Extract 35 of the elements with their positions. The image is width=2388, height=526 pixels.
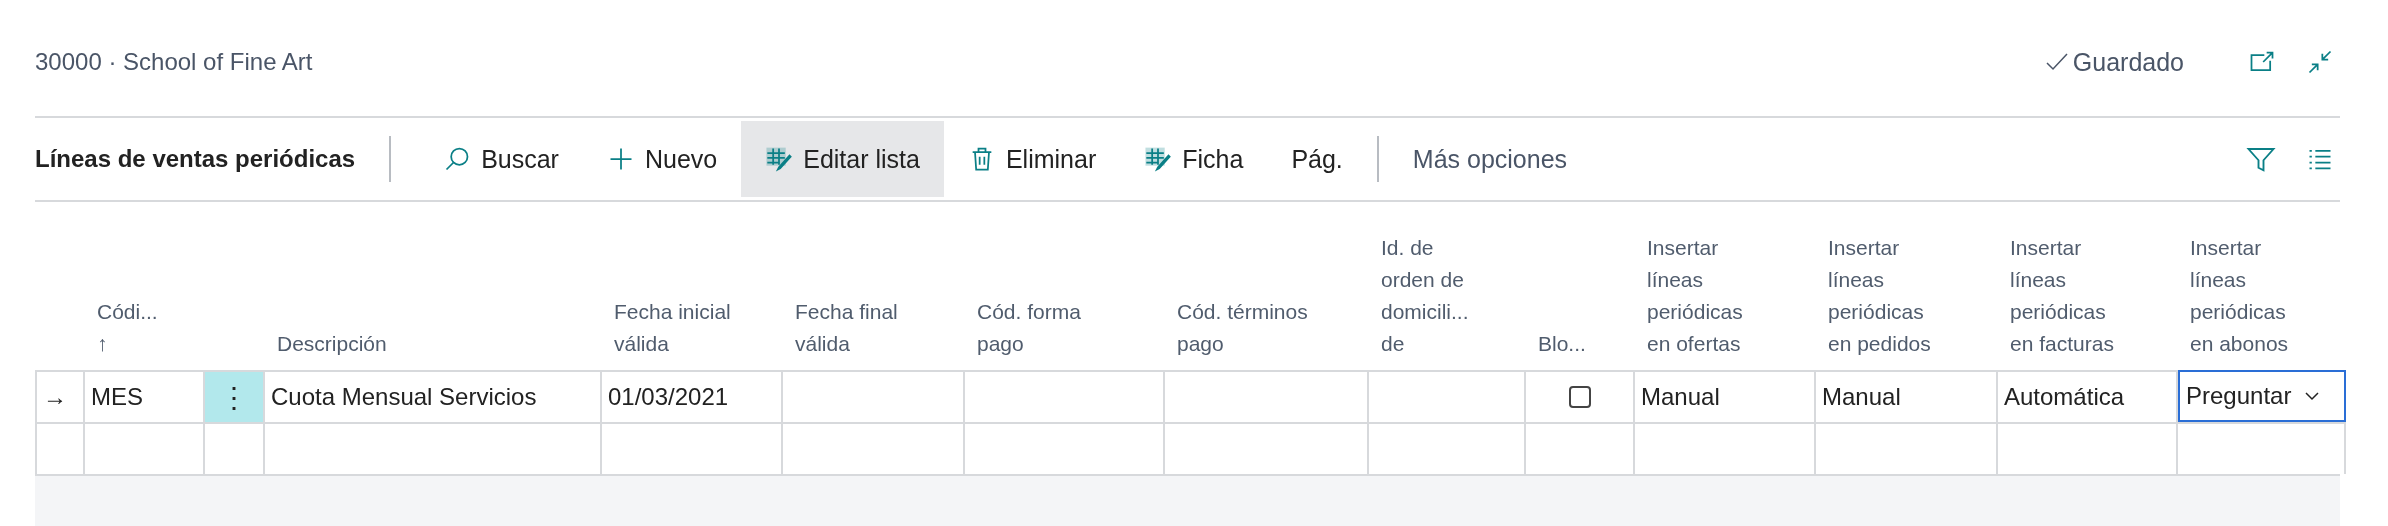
column-header[interactable]: Id. de orden de domicili... de bbox=[1381, 232, 1469, 360]
column-header[interactable]: Blo... bbox=[1538, 328, 1586, 360]
toolbar-action[interactable]: Eliminar bbox=[943, 121, 1121, 197]
card-edit-icon bbox=[1144, 145, 1173, 173]
column-header[interactable]: Descripción bbox=[277, 328, 387, 360]
column-header[interactable]: Insertar líneas periódicas en ofertas bbox=[1647, 232, 1743, 360]
more-options-button[interactable]: Más opciones bbox=[1388, 144, 1592, 174]
column-header[interactable]: Fecha inicial válida bbox=[614, 296, 731, 360]
blocked-checkbox[interactable] bbox=[1568, 386, 1591, 408]
dropdown-field[interactable]: Preguntar bbox=[2178, 370, 2346, 422]
cell-text: Manual bbox=[1641, 383, 1720, 411]
column-header[interactable]: Insertar líneas periódicas en facturas bbox=[2010, 232, 2114, 360]
column-header[interactable]: Insertar líneas periódicas en abonos bbox=[2190, 232, 2289, 360]
list-title: Líneas de ventas periódicas bbox=[35, 145, 356, 173]
column-header[interactable]: Cód. forma pago bbox=[977, 296, 1081, 360]
toolbar-action[interactable]: Pág. bbox=[1267, 121, 1367, 197]
column-header[interactable]: Cód. términos pago bbox=[1177, 296, 1308, 360]
toolbar-action[interactable]: Ficha bbox=[1120, 121, 1268, 197]
save-status: Guardado bbox=[2044, 47, 2184, 77]
toolbar-action[interactable]: Buscar bbox=[419, 121, 583, 197]
row-menu-button[interactable]: ⋮ bbox=[205, 370, 265, 422]
cell-text: Automática bbox=[2004, 383, 2125, 411]
page-title: 30000 · School of Fine Art bbox=[35, 48, 314, 76]
column-header[interactable]: Fecha final válida bbox=[795, 296, 898, 360]
cell-text: 01/03/2021 bbox=[608, 383, 729, 411]
toolbar-action[interactable]: Nuevo bbox=[582, 121, 742, 197]
collapse-arrows-icon bbox=[2306, 48, 2334, 76]
column-header[interactable]: Insertar líneas periódicas en pedidos bbox=[1828, 232, 1931, 360]
cell-text: MES bbox=[91, 383, 143, 411]
current-row-arrow: → bbox=[43, 383, 67, 411]
column-header[interactable]: Códi... ↑ bbox=[97, 296, 158, 360]
toolbar-action[interactable]: Editar lista bbox=[741, 121, 944, 197]
cell-text: Cuota Mensual Servicios bbox=[271, 383, 537, 411]
cell-text: Manual bbox=[1822, 383, 1901, 411]
edit-list-icon bbox=[765, 145, 794, 173]
